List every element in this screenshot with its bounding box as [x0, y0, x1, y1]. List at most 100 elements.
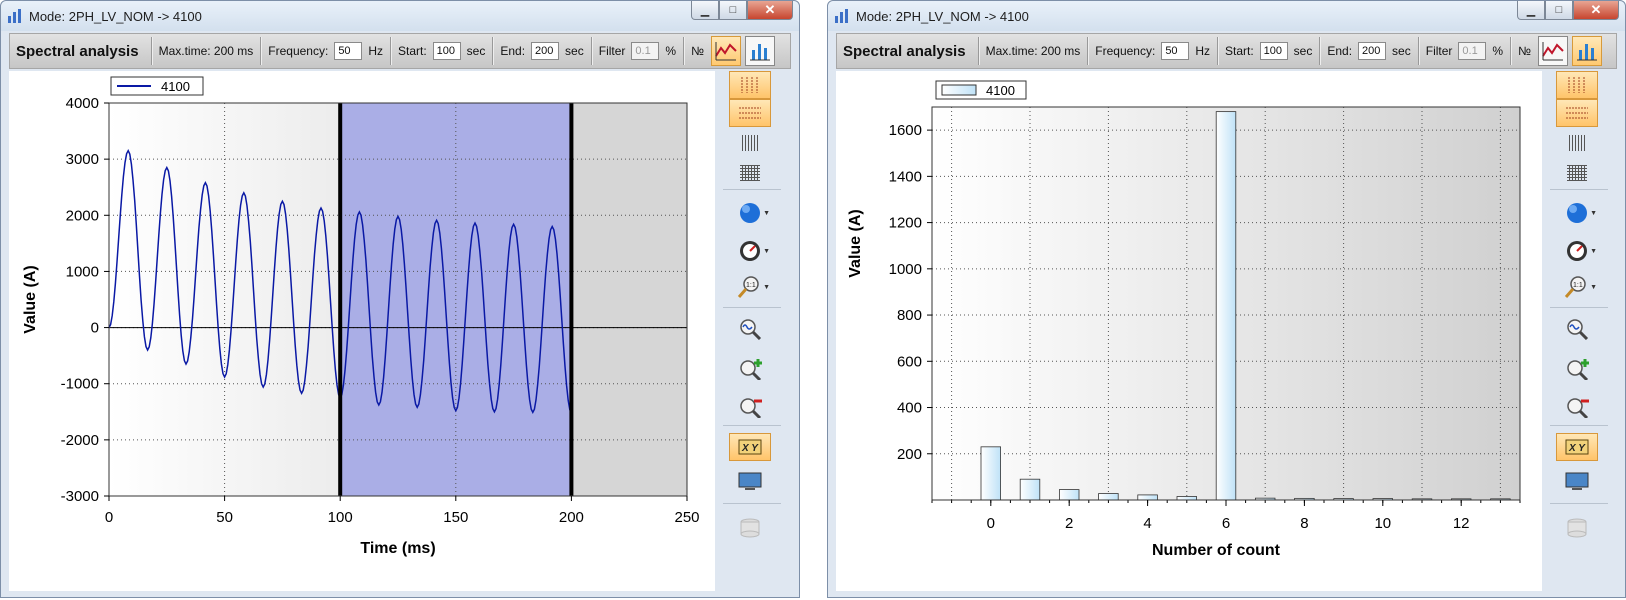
start-label: Start:	[1224, 44, 1254, 58]
y-axis-label: Value (A)	[847, 209, 864, 277]
start-input[interactable]: 100	[1259, 42, 1288, 60]
sidebar-button-xy[interactable]: X Y	[1556, 433, 1598, 461]
y-tick-label: 200	[897, 446, 922, 463]
start-input[interactable]: 100	[432, 42, 461, 60]
x-tick-label: 0	[105, 509, 113, 526]
sidebar-button-xy[interactable]: X Y	[729, 433, 771, 461]
bar-chart-window: Mode: 2PH_LV_NOM -> 4100 ▁ □ ✕ Spectral …	[827, 0, 1626, 598]
max-time-label: Max.time: 200 ms	[158, 44, 254, 58]
y-tick-label: 1400	[889, 168, 922, 185]
sidebar-separator	[1550, 425, 1608, 426]
svg-text:1:1: 1:1	[1573, 282, 1583, 289]
monitor-icon	[738, 472, 762, 490]
end-input[interactable]: 200	[531, 42, 560, 60]
sidebar-button-monitor[interactable]	[729, 467, 771, 495]
filter-input[interactable]: 0.1	[631, 42, 660, 60]
bar-chart-mode-button[interactable]	[744, 36, 775, 66]
toolbar-separator	[492, 37, 494, 65]
y-tick-label: 0	[91, 320, 99, 337]
start-unit: sec	[466, 44, 486, 58]
toolbar-separator	[260, 37, 262, 65]
bar-chart-mode-button[interactable]	[1571, 36, 1602, 66]
sidebar-button-horizontal-grid[interactable]	[1556, 99, 1598, 127]
monitor-icon	[1565, 472, 1589, 490]
end-input[interactable]: 200	[1358, 42, 1387, 60]
sidebar-button-zoom-wave[interactable]	[729, 315, 771, 343]
fine-vertical-grid-icon	[740, 135, 760, 151]
bar-chart-icon	[749, 44, 770, 61]
start-unit: sec	[1293, 44, 1313, 58]
horizontal-grid-icon	[1566, 107, 1588, 119]
svg-text:X Y: X Y	[1568, 443, 1586, 454]
sidebar-button-fine-grid[interactable]	[729, 159, 771, 187]
end-unit: sec	[565, 44, 584, 58]
line-chart-mode-button[interactable]	[710, 36, 741, 66]
svg-text:1:1: 1:1	[746, 282, 756, 289]
bar	[1098, 493, 1119, 501]
close-button[interactable]: ✕	[1573, 1, 1619, 20]
svg-text:X Y: X Y	[741, 443, 759, 454]
toolbar-separator	[1417, 37, 1419, 65]
y-tick-label: 1200	[889, 215, 922, 232]
bar-chart-icon	[1576, 44, 1597, 61]
sidebar-button-database[interactable]	[729, 513, 771, 541]
title-bar[interactable]: Mode: 2PH_LV_NOM -> 4100 ▁ □ ✕	[1, 1, 799, 31]
sidebar-button-gauge[interactable]: ▼	[729, 237, 771, 265]
close-icon: ✕	[1590, 2, 1602, 17]
x-tick-label: 100	[328, 509, 353, 526]
sidebar-button-zoom-1-1[interactable]: 1:1 ▼	[729, 273, 771, 301]
close-icon: ✕	[764, 2, 776, 17]
sidebar-button-zoom-in[interactable]	[729, 355, 771, 383]
filter-label: Filter	[598, 44, 626, 58]
sidebar-button-zoom-out[interactable]	[1556, 393, 1598, 421]
xy-icon: X Y	[738, 439, 762, 455]
line-chart-icon	[715, 42, 737, 61]
x-tick-label: 2	[1065, 515, 1073, 532]
sidebar-separator	[1550, 307, 1608, 308]
title-bar[interactable]: Mode: 2PH_LV_NOM -> 4100 ▁ □ ✕	[828, 1, 1625, 31]
sidebar-button-vertical-grid[interactable]	[729, 71, 771, 99]
sidebar-button-horizontal-grid[interactable]	[729, 99, 771, 127]
toolbar-title: Spectral analysis	[16, 42, 139, 60]
sidebar-button-color-sphere[interactable]: ▼	[729, 199, 771, 227]
vertical-grid-icon	[741, 77, 758, 93]
sidebar-separator	[723, 503, 781, 504]
toolbar-separator	[977, 37, 979, 65]
x-tick-label: 150	[443, 509, 468, 526]
sidebar-button-fine-vertical-grid[interactable]	[729, 129, 771, 157]
line-chart-mode-button[interactable]	[1537, 36, 1568, 66]
maximize-button[interactable]: □	[1545, 1, 1573, 20]
filter-input[interactable]: 0.1	[1458, 42, 1487, 60]
sidebar-button-database[interactable]	[1556, 513, 1598, 541]
sidebar-button-zoom-wave[interactable]	[1556, 315, 1598, 343]
maximize-button[interactable]: □	[719, 1, 747, 20]
bar	[1058, 489, 1080, 501]
sidebar-button-monitor[interactable]	[1556, 467, 1598, 495]
sidebar-button-gauge[interactable]: ▼	[1556, 237, 1598, 265]
sidebar-button-zoom-1-1[interactable]: 1:1 ▼	[1556, 273, 1598, 301]
minimize-button[interactable]: ▁	[1517, 1, 1545, 20]
sidebar-button-fine-grid[interactable]	[1556, 159, 1598, 187]
x-tick-label: 250	[674, 509, 699, 526]
sidebar-button-color-sphere[interactable]: ▼	[1556, 199, 1598, 227]
frequency-input[interactable]: 50	[1161, 42, 1190, 60]
sidebar: ▼ ▼ 1:1 ▼ X Y	[719, 71, 791, 591]
dropdown-caret-icon: ▼	[1590, 284, 1597, 291]
toolbar: Spectral analysis Max.time: 200 ms Frequ…	[836, 33, 1617, 69]
y-tick-label: 1000	[889, 261, 922, 278]
filter-label: Filter	[1425, 44, 1453, 58]
legend-label: 4100	[161, 79, 190, 94]
sidebar-button-fine-vertical-grid[interactable]	[1556, 129, 1598, 157]
minimize-button[interactable]: ▁	[691, 1, 719, 20]
zoom-1-1-icon: 1:1	[737, 276, 759, 298]
sidebar-button-zoom-out[interactable]	[729, 393, 771, 421]
legend-label: 4100	[986, 83, 1015, 98]
close-button[interactable]: ✕	[747, 1, 793, 20]
minimize-icon: ▁	[700, 4, 710, 17]
minimize-icon: ▁	[1526, 4, 1536, 17]
end-label: End:	[500, 44, 526, 58]
y-tick-label: 600	[897, 353, 922, 370]
sidebar-button-vertical-grid[interactable]	[1556, 71, 1598, 99]
frequency-input[interactable]: 50	[334, 42, 363, 60]
sidebar-button-zoom-in[interactable]	[1556, 355, 1598, 383]
